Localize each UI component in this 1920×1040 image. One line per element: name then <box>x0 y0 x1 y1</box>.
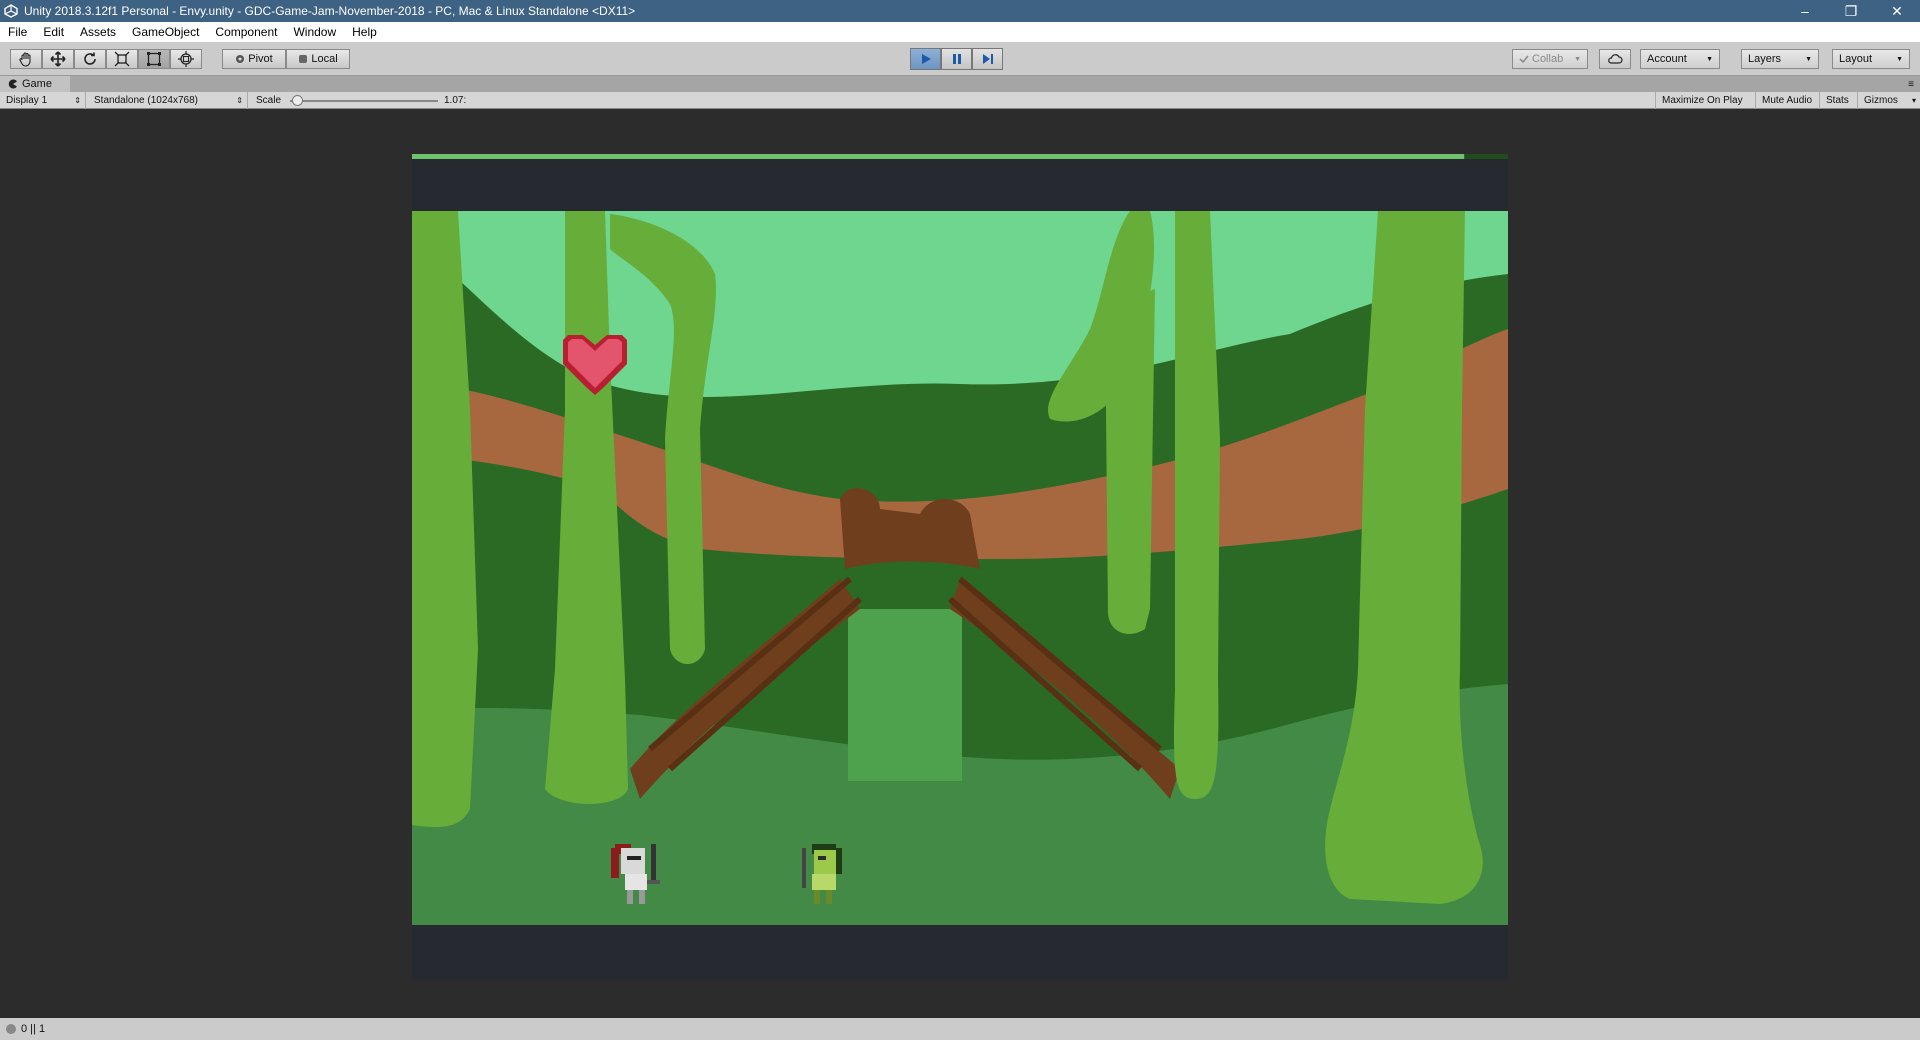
pause-button[interactable] <box>941 48 972 70</box>
pivot-label: Pivot <box>248 53 273 65</box>
local-toggle[interactable]: Local <box>286 49 350 69</box>
scale-slider-track[interactable] <box>290 100 438 102</box>
local-label: Local <box>311 53 338 65</box>
pacman-icon <box>8 79 17 89</box>
layers-label: Layers <box>1748 53 1782 65</box>
rect-tool-button[interactable] <box>138 49 170 69</box>
game-tab[interactable]: Game <box>0 76 70 92</box>
display-dropdown-icon: ⇕ <box>74 96 81 105</box>
tab-menu-icon[interactable]: ≡ <box>1908 79 1914 90</box>
account-dropdown[interactable]: Account ▼ <box>1640 49 1720 69</box>
hand-tool-button[interactable] <box>10 49 42 69</box>
restore-button[interactable]: ❐ <box>1828 0 1874 22</box>
account-label: Account <box>1647 53 1687 65</box>
display-label: Display 1 <box>6 95 48 106</box>
title-bar: Unity 2018.3.12f1 Personal - Envy.unity … <box>0 0 1920 22</box>
health-bar-fill <box>412 154 1465 159</box>
game-view-toolbar: Display 1 ⇕ Standalone (1024x768) ⇕ Scal… <box>0 92 1920 109</box>
game-scene <box>412 211 1508 925</box>
close-button[interactable]: ✕ <box>1874 0 1920 22</box>
move-arrows-icon <box>50 51 66 67</box>
menu-component[interactable]: Component <box>207 22 285 42</box>
window-title: Unity 2018.3.12f1 Personal - Envy.unity … <box>24 4 636 18</box>
info-icon <box>6 1024 16 1034</box>
gizmos-label: Gizmos <box>1864 95 1898 106</box>
collab-dropdown[interactable]: Collab ▼ <box>1512 49 1588 69</box>
menu-window[interactable]: Window <box>285 22 344 42</box>
scale-label: Scale <box>256 95 282 106</box>
rotate-tool-button[interactable] <box>74 49 106 69</box>
cloud-services-button[interactable] <box>1599 49 1631 69</box>
game-tab-strip: Game ≡ <box>0 76 1920 92</box>
layout-caret-icon: ▼ <box>1896 55 1903 63</box>
transform-tool-button[interactable] <box>170 49 202 69</box>
unity-logo-icon <box>4 4 18 18</box>
vine-trunk-right-thin <box>1105 289 1155 634</box>
layers-dropdown[interactable]: Layers ▼ <box>1741 49 1819 69</box>
status-bar: 0 || 1 <box>0 1018 1920 1040</box>
scale-value: 1.07: <box>444 95 467 106</box>
layout-dropdown[interactable]: Layout ▼ <box>1832 49 1910 69</box>
rotate-icon <box>84 52 96 65</box>
rect-tool-icon <box>147 52 161 66</box>
maximize-on-play-toggle[interactable]: Maximize On Play <box>1655 92 1756 109</box>
account-caret-icon: ▼ <box>1706 55 1713 63</box>
game-tab-label: Game <box>22 78 52 90</box>
collab-caret-icon: ▼ <box>1574 55 1581 63</box>
resolution-select[interactable]: Standalone (1024x768) ⇕ <box>88 92 248 109</box>
pause-icon <box>952 54 961 64</box>
collab-label: Collab <box>1532 53 1564 65</box>
status-text: 0 || 1 <box>21 1023 46 1035</box>
minimize-button[interactable]: – <box>1782 0 1828 22</box>
display-select[interactable]: Display 1 ⇕ <box>0 92 86 109</box>
scale-slider-thumb[interactable] <box>292 95 304 106</box>
scale-icon <box>114 51 130 67</box>
menu-gameobject[interactable]: GameObject <box>124 22 207 42</box>
check-icon <box>1519 55 1529 64</box>
gizmos-caret-icon: ▾ <box>1911 96 1916 105</box>
scale-tool-button[interactable] <box>106 49 138 69</box>
play-button[interactable] <box>910 48 941 70</box>
stats-toggle[interactable]: Stats <box>1820 92 1858 109</box>
menu-help[interactable]: Help <box>344 22 385 42</box>
step-icon <box>982 54 993 64</box>
layout-label: Layout <box>1839 53 1873 65</box>
menu-file[interactable]: File <box>0 22 35 42</box>
main-toolbar: Pivot Local Collab ▼ Account ▼ Layers ▼ … <box>0 42 1920 76</box>
step-button[interactable] <box>972 48 1003 70</box>
pivot-icon <box>236 55 245 63</box>
pivot-toggle[interactable]: Pivot <box>222 49 286 69</box>
move-tool-button[interactable] <box>42 49 74 69</box>
play-icon <box>921 54 931 64</box>
cloud-icon <box>1608 54 1623 64</box>
menu-assets[interactable]: Assets <box>72 22 124 42</box>
center-pillar <box>848 609 962 781</box>
scale-control: Scale 1.07: <box>250 92 490 109</box>
game-view[interactable] <box>0 109 1920 1018</box>
transform-icon <box>178 51 194 67</box>
game-render <box>412 154 1508 980</box>
hand-icon <box>19 52 31 67</box>
resolution-dropdown-icon: ⇕ <box>236 96 243 105</box>
vine-trunk-right <box>1174 211 1220 799</box>
local-icon <box>299 55 308 63</box>
resolution-label: Standalone (1024x768) <box>94 95 198 106</box>
mute-audio-toggle[interactable]: Mute Audio <box>1756 92 1820 109</box>
menu-bar: File Edit Assets GameObject Component Wi… <box>0 22 1920 42</box>
gizmos-dropdown[interactable]: Gizmos ▾ <box>1858 92 1920 109</box>
layers-caret-icon: ▼ <box>1805 55 1812 63</box>
menu-edit[interactable]: Edit <box>35 22 72 42</box>
